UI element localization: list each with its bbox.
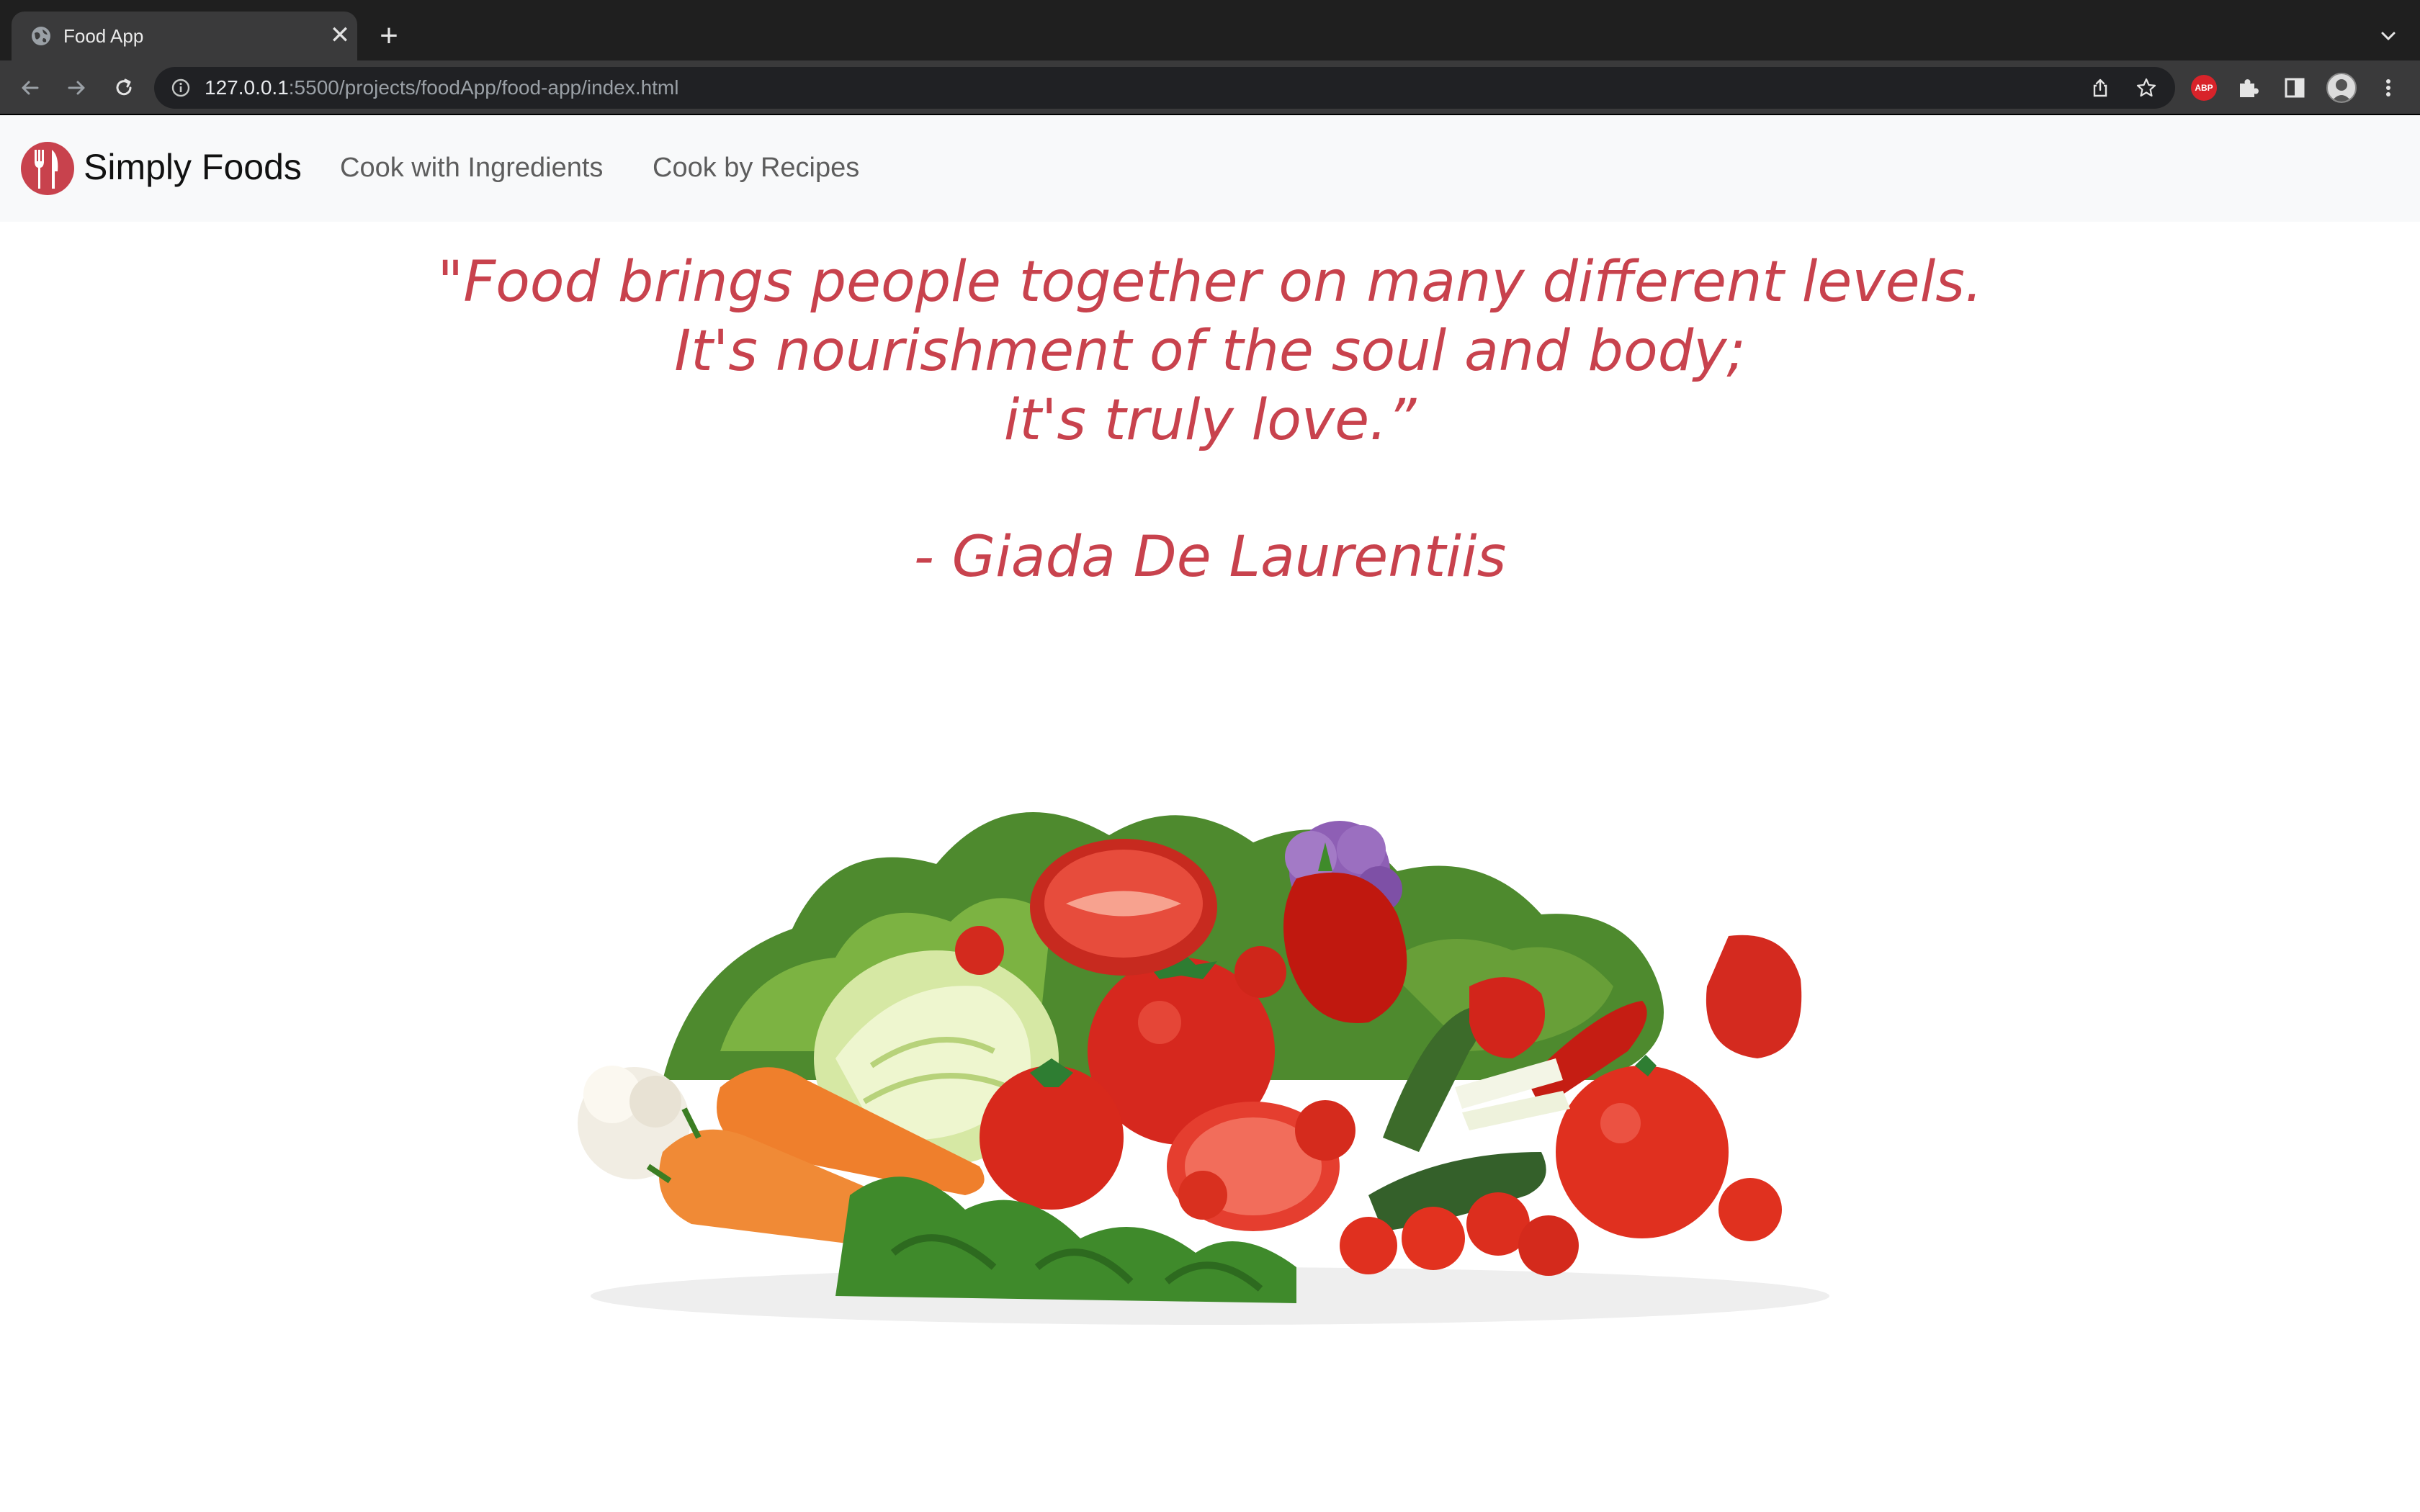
- back-arrow-icon[interactable]: [16, 73, 45, 102]
- share-icon[interactable]: [2089, 76, 2112, 99]
- url-host: 127.0.0.1: [205, 76, 289, 99]
- browser-tab[interactable]: Food App ✕: [12, 12, 357, 60]
- kebab-menu-icon[interactable]: [2374, 73, 2403, 102]
- fork-knife-logo-icon[interactable]: [20, 141, 75, 196]
- vegetables-hero-image: [578, 812, 1829, 1325]
- star-bookmark-icon[interactable]: [2135, 76, 2158, 99]
- quote-line: "Food brings people together on many dif…: [437, 250, 1983, 315]
- brand-name[interactable]: Simply Foods: [84, 144, 302, 190]
- quote-author: - Giada De Laurentiis: [913, 525, 1507, 590]
- quote-line: It's nourishment of the soul and body;: [674, 319, 1746, 384]
- app-navbar: Simply Foods Cook with Ingredients Cook …: [0, 115, 2420, 222]
- profile-avatar[interactable]: [2326, 73, 2357, 103]
- address-bar[interactable]: 127.0.0.1:5500/projects/foodApp/food-app…: [154, 67, 2175, 109]
- new-tab-button[interactable]: +: [373, 20, 405, 53]
- url-path: :5500/projects/foodApp/food-app/index.ht…: [288, 76, 679, 99]
- side-panel-icon[interactable]: [2280, 73, 2309, 102]
- url-text[interactable]: 127.0.0.1:5500/projects/foodApp/food-app…: [205, 76, 678, 99]
- quote-line: it's truly love.”: [1003, 388, 1417, 453]
- browser-tabstrip: Food App ✕ +: [0, 0, 2420, 60]
- forward-arrow-icon[interactable]: [62, 73, 91, 102]
- info-icon[interactable]: [170, 77, 192, 99]
- reload-icon[interactable]: [109, 73, 138, 102]
- close-tab-icon[interactable]: ✕: [328, 23, 351, 48]
- puzzle-extensions-icon[interactable]: [2234, 73, 2263, 102]
- adblock-extension-icon[interactable]: ABP: [2191, 75, 2217, 101]
- nav-link-cook-with-ingredients[interactable]: Cook with Ingredients: [340, 150, 603, 186]
- tab-title: Food App: [63, 25, 144, 47]
- chevron-down-icon[interactable]: [2374, 22, 2403, 50]
- nav-link-cook-by-recipes[interactable]: Cook by Recipes: [653, 150, 859, 186]
- food-quote: "Food brings people together on many dif…: [0, 248, 2420, 455]
- avatar-icon: [2331, 79, 2352, 102]
- browser-toolbar: 127.0.0.1:5500/projects/foodApp/food-app…: [0, 60, 2420, 115]
- globe-icon: [32, 27, 50, 45]
